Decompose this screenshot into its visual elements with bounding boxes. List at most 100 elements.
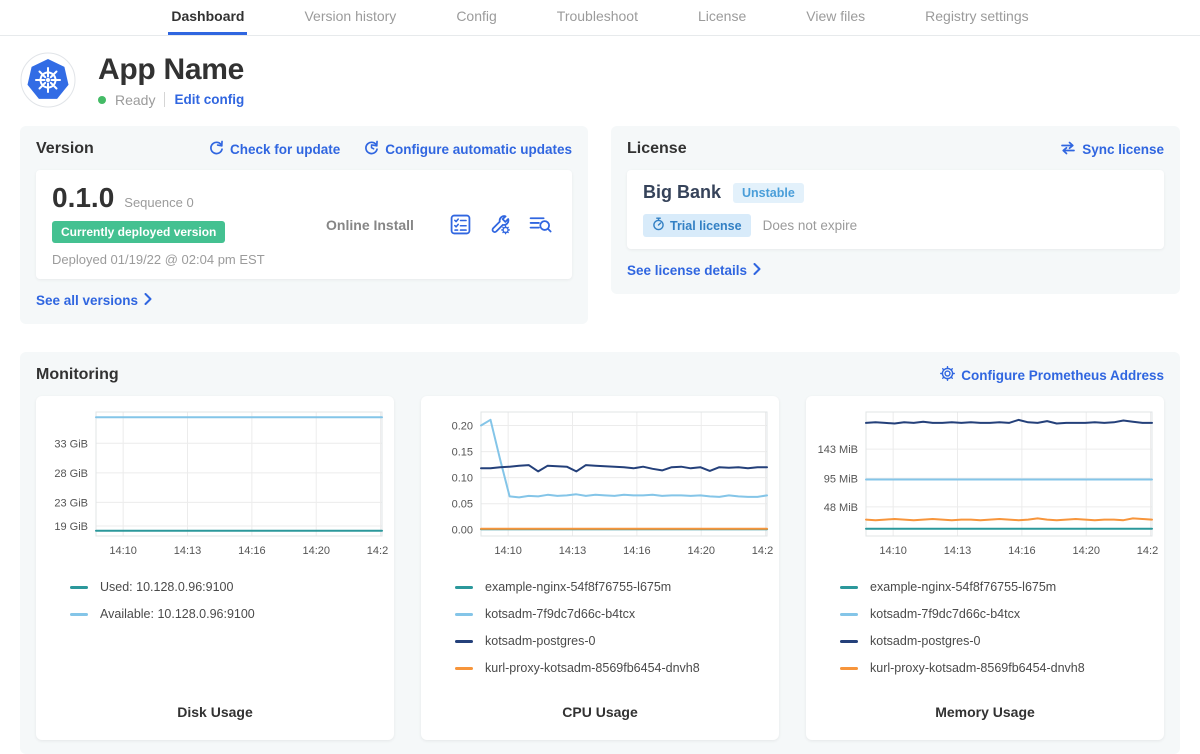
license-panel: Big Bank Unstable	[627, 170, 1164, 249]
preflight-checklist-icon[interactable]	[450, 214, 471, 235]
legend-item: example-nginx-54f8f76755-l675m	[840, 580, 1158, 594]
configure-prometheus-link[interactable]: Configure Prometheus Address	[940, 366, 1164, 384]
refresh-icon	[209, 140, 224, 158]
configure-automatic-updates-link[interactable]: Configure automatic updates	[364, 140, 572, 158]
svg-text:14:23: 14:23	[752, 545, 773, 557]
tab-dashboard[interactable]: Dashboard	[168, 0, 247, 35]
status-dot	[98, 96, 106, 104]
trial-license-badge: Trial license	[643, 214, 751, 237]
svg-text:0.10: 0.10	[452, 473, 473, 485]
edit-config-link[interactable]: Edit config	[174, 92, 244, 107]
legend-label: kurl-proxy-kotsadm-8569fb6454-dnvh8	[870, 661, 1085, 675]
legend-item: kotsadm-7f9dc7d66c-b4tcx	[840, 607, 1158, 621]
legend-swatch	[840, 667, 858, 670]
svg-text:14:16: 14:16	[1008, 545, 1036, 557]
svg-text:14:10: 14:10	[109, 545, 137, 557]
cpu-usage-chart-card: 14:1014:1314:1614:2014:230.200.150.100.0…	[421, 396, 779, 740]
customer-name: Big Bank	[643, 182, 721, 203]
license-heading: License	[627, 140, 687, 158]
monitoring-section: Monitoring	[20, 352, 1180, 754]
version-sequence: Sequence 0	[124, 195, 193, 210]
svg-text:33 GiB: 33 GiB	[54, 438, 88, 450]
tab-version-history[interactable]: Version history	[301, 0, 399, 35]
check-for-update-link[interactable]: Check for update	[209, 140, 340, 158]
svg-text:14:10: 14:10	[879, 545, 907, 557]
version-card: Version Check for update	[20, 126, 588, 324]
svg-text:19 GiB: 19 GiB	[54, 521, 88, 533]
cpu-usage-legend: example-nginx-54f8f76755-l675m kotsadm-7f…	[455, 580, 773, 675]
tab-registry-settings[interactable]: Registry settings	[922, 0, 1031, 35]
legend-item: kurl-proxy-kotsadm-8569fb6454-dnvh8	[840, 661, 1158, 675]
chart-title: Disk Usage	[36, 704, 394, 720]
svg-text:28 GiB: 28 GiB	[54, 468, 88, 480]
app-header: App Name Ready Edit config	[0, 36, 1200, 114]
svg-text:14:23: 14:23	[367, 545, 388, 557]
svg-text:23 GiB: 23 GiB	[54, 497, 88, 509]
svg-text:14:13: 14:13	[559, 545, 587, 557]
sync-license-link[interactable]: Sync license	[1060, 141, 1164, 158]
legend-swatch	[455, 586, 473, 589]
svg-text:143 MiB: 143 MiB	[818, 444, 858, 456]
svg-text:14:13: 14:13	[944, 545, 972, 557]
legend-label: Available: 10.128.0.96:9100	[100, 607, 255, 621]
legend-swatch	[840, 613, 858, 616]
see-license-details-link[interactable]: See license details	[627, 263, 761, 278]
legend-item: kotsadm-postgres-0	[840, 634, 1158, 648]
disk-usage-chart-card: 14:10 14:13 14:16 14:20 14:23 33 GiB 28 GiB 23 …	[36, 396, 394, 740]
chart-title: Memory Usage	[806, 704, 1164, 720]
chevron-right-icon	[144, 293, 152, 308]
svg-text:14:13: 14:13	[174, 545, 202, 557]
legend-swatch	[70, 586, 88, 589]
monitoring-heading: Monitoring	[36, 366, 119, 384]
tab-license[interactable]: License	[695, 0, 749, 35]
stopwatch-icon	[652, 217, 665, 234]
clock-refresh-icon	[364, 140, 379, 158]
svg-text:14:16: 14:16	[238, 545, 266, 557]
legend-swatch	[70, 613, 88, 616]
cards-row: Version Check for update	[0, 114, 1200, 324]
legend-label: example-nginx-54f8f76755-l675m	[870, 580, 1056, 594]
deployed-timestamp: Deployed 01/19/22 @ 02:04 pm EST	[52, 252, 290, 267]
tab-config[interactable]: Config	[453, 0, 499, 35]
legend-item: kotsadm-postgres-0	[455, 634, 773, 648]
legend-label: kotsadm-postgres-0	[485, 634, 595, 648]
legend-swatch	[840, 586, 858, 589]
legend-label: kotsadm-7f9dc7d66c-b4tcx	[485, 607, 635, 621]
legend-swatch	[455, 640, 473, 643]
svg-text:0.00: 0.00	[452, 525, 473, 537]
install-type: Online Install	[290, 217, 450, 233]
view-logs-icon[interactable]	[529, 214, 552, 235]
memory-usage-legend: example-nginx-54f8f76755-l675m kotsadm-7f…	[840, 580, 1158, 675]
svg-text:0.20: 0.20	[452, 421, 473, 433]
disk-usage-legend: Used: 10.128.0.96:9100 Available: 10.128.…	[70, 580, 388, 621]
tab-view-files[interactable]: View files	[803, 0, 868, 35]
status-text: Ready	[115, 92, 155, 108]
svg-text:14:20: 14:20	[687, 545, 715, 557]
chevron-right-icon	[753, 263, 761, 278]
top-nav: Dashboard Version history Config Trouble…	[0, 0, 1200, 36]
license-expiry: Does not expire	[763, 218, 858, 233]
divider	[164, 92, 165, 107]
gear-icon	[940, 366, 955, 384]
legend-item: kotsadm-7f9dc7d66c-b4tcx	[455, 607, 773, 621]
svg-text:14:20: 14:20	[302, 545, 330, 557]
cpu-usage-plot: 14:1014:1314:1614:2014:230.200.150.100.0…	[427, 406, 773, 564]
legend-item: Available: 10.128.0.96:9100	[70, 607, 388, 621]
legend-label: kotsadm-7f9dc7d66c-b4tcx	[870, 607, 1020, 621]
svg-text:95 MiB: 95 MiB	[824, 473, 858, 485]
legend-label: kurl-proxy-kotsadm-8569fb6454-dnvh8	[485, 661, 700, 675]
svg-text:14:16: 14:16	[623, 545, 651, 557]
svg-text:14:20: 14:20	[1072, 545, 1100, 557]
config-wrench-icon[interactable]	[489, 214, 511, 235]
see-all-versions-link[interactable]: See all versions	[36, 293, 152, 308]
legend-swatch	[455, 613, 473, 616]
legend-swatch	[840, 640, 858, 643]
legend-item: example-nginx-54f8f76755-l675m	[455, 580, 773, 594]
tab-troubleshoot[interactable]: Troubleshoot	[554, 0, 641, 35]
legend-label: kotsadm-postgres-0	[870, 634, 980, 648]
svg-text:0.05: 0.05	[452, 499, 473, 511]
legend-label: Used: 10.128.0.96:9100	[100, 580, 233, 594]
svg-text:14:23: 14:23	[1137, 545, 1158, 557]
channel-badge: Unstable	[733, 183, 804, 203]
license-card: License Sync license Big B	[611, 126, 1180, 294]
